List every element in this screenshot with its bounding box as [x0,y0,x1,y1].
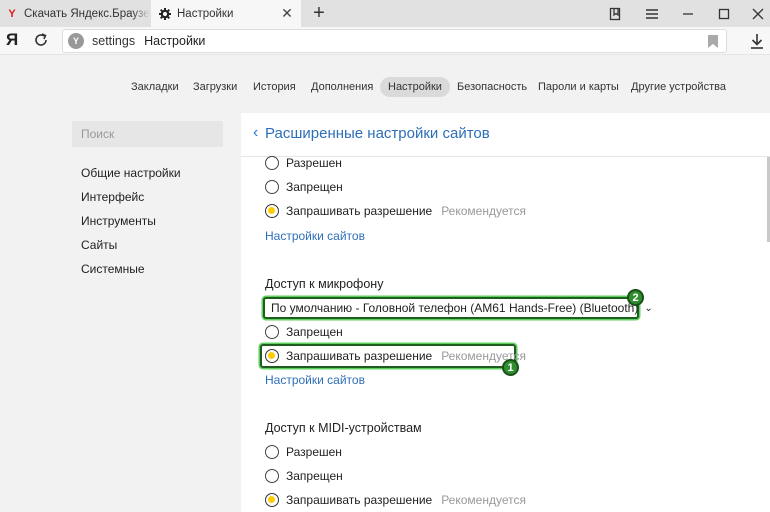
radio-circle-selected[interactable] [265,204,279,218]
radio-circle-selected[interactable] [265,493,279,507]
annotation-badge-1: 1 [502,359,519,376]
nav-downloads[interactable]: Загрузки [185,77,245,97]
address-bar: Я Y settings Настройки [0,27,770,55]
nav-history[interactable]: История [245,77,304,97]
yandex-favicon-icon: Y [8,7,16,20]
sidebar-item-sites[interactable]: Сайты [81,238,117,252]
gear-icon [159,7,171,20]
mic-radio-ask-permission[interactable]: Запрашивать разрешение Рекомендуется [265,347,526,365]
nav-bookmarks[interactable]: Закладки [123,77,187,97]
sidebar-item-interface[interactable]: Интерфейс [81,190,144,204]
tab-title: Настройки [177,7,234,20]
radio-denied[interactable]: Запрещен [265,178,343,196]
radio-circle[interactable] [265,180,279,194]
nav-security[interactable]: Безопасность [449,77,535,97]
menu-icon[interactable] [634,0,670,27]
tab-yandex-download[interactable]: Y Скачать Яндекс.Браузер д [0,0,150,27]
sidebar-item-general[interactable]: Общие настройки [81,166,181,180]
midi-radio-denied[interactable]: Запрещен [265,467,343,485]
bookmarks-panel-icon[interactable] [598,0,634,27]
radio-allowed[interactable]: Разрешен [265,154,342,172]
midi-radio-ask-permission[interactable]: Запрашивать разрешение Рекомендуется [265,491,526,509]
tab-settings[interactable]: Настройки ✕ [151,0,301,27]
nav-settings[interactable]: Настройки [380,77,450,97]
nav-passwords-cards[interactable]: Пароли и карты [530,77,627,97]
mic-site-settings-link[interactable]: Настройки сайтов [265,373,365,387]
mic-radio-denied[interactable]: Запрещен [265,323,343,341]
title-bar: Y Скачать Яндекс.Браузер д Настройки ✕ + [0,0,770,27]
radio-ask-permission[interactable]: Запрашивать разрешение Рекомендуется [265,202,526,220]
yandex-logo[interactable]: Я [6,30,18,50]
close-window-icon[interactable] [740,0,770,27]
radio-circle[interactable] [265,325,279,339]
microphone-heading: Доступ к микрофону [265,277,384,291]
page-title: Расширенные настройки сайтов [265,125,490,142]
midi-heading: Доступ к MIDI-устройствам [265,421,422,435]
recommended-hint: Рекомендуется [441,493,526,507]
sidebar-item-system[interactable]: Системные [81,262,145,276]
site-info-icon[interactable]: Y [68,33,84,49]
radio-circle[interactable] [265,156,279,170]
radio-circle[interactable] [265,445,279,459]
maximize-icon[interactable] [706,0,742,27]
bookmark-icon[interactable] [708,35,718,48]
recommended-hint: Рекомендуется [441,204,526,218]
download-icon[interactable] [748,32,766,50]
radio-circle-selected[interactable] [265,349,279,363]
back-chevron-icon[interactable]: ‹ [253,124,258,142]
midi-radio-allowed[interactable]: Разрешен [265,443,342,461]
radio-circle[interactable] [265,469,279,483]
site-settings-link[interactable]: Настройки сайтов [265,229,365,243]
annotation-badge-2: 2 [627,289,644,306]
nav-extensions[interactable]: Дополнения [303,77,381,97]
close-tab-icon[interactable]: ✕ [279,5,295,22]
chevron-down-icon: ⌄ [644,302,653,314]
minimize-icon[interactable] [670,0,706,27]
url-page-title: Настройки [144,34,206,48]
new-tab-button[interactable]: + [308,2,330,24]
sidebar-item-tools[interactable]: Инструменты [81,214,156,228]
panel-header: ‹ Расширенные настройки сайтов [241,113,770,157]
nav-other-devices[interactable]: Другие устройства [623,77,734,97]
search-input[interactable]: Поиск [72,121,223,147]
url-field[interactable]: Y settings Настройки [62,29,727,53]
url-scheme: settings [92,34,136,48]
settings-top-nav: Закладки Загрузки История Дополнения Нас… [0,55,770,105]
reload-icon[interactable] [32,31,50,49]
microphone-select[interactable]: По умолчанию - Головной телефон (AM61 Ha… [263,297,653,319]
